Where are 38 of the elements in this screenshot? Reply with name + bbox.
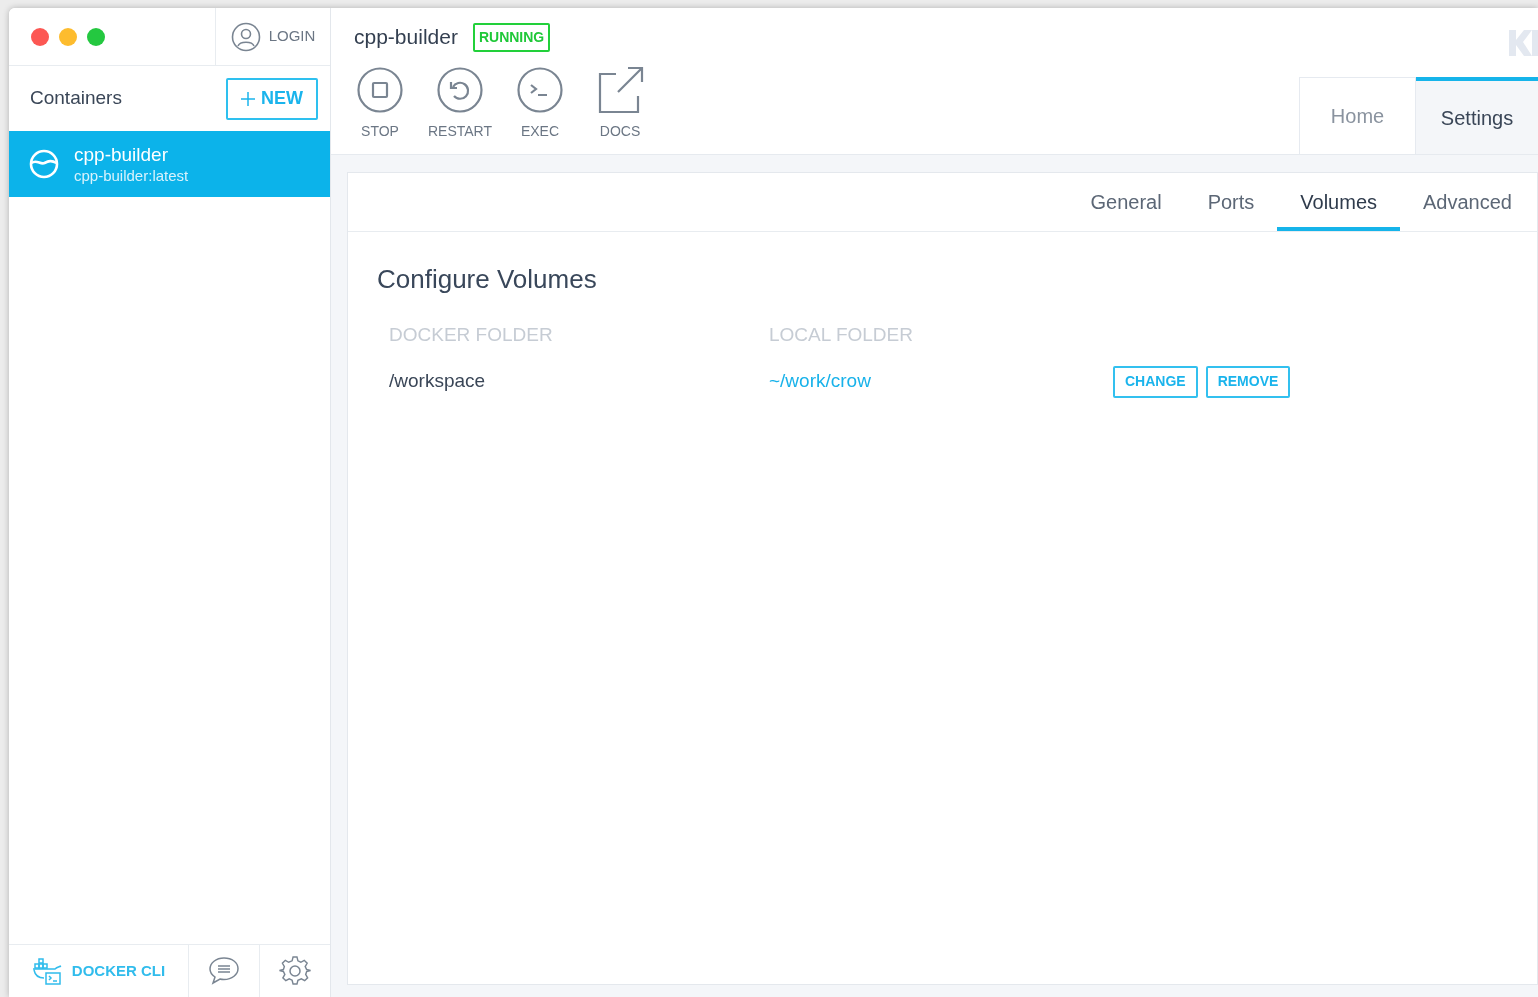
column-header: DOCKER FOLDER	[389, 323, 554, 347]
container-name: cpp-builder	[74, 142, 169, 167]
settings-icon	[279, 955, 311, 987]
container-image: cpp-builder:latest	[74, 166, 189, 186]
user-icon	[230, 21, 261, 52]
minimize-window-button[interactable]	[59, 27, 77, 46]
local-folder-link[interactable]: ~/work/crow	[769, 367, 1113, 396]
sidebar-heading: Containers	[30, 86, 122, 111]
docs-button[interactable]: DOCS	[585, 66, 655, 142]
maximize-window-button[interactable]	[87, 27, 105, 46]
volume-action-button[interactable]: REMOVE	[1205, 365, 1291, 398]
status-badge: RUNNING	[472, 22, 551, 52]
stop-button[interactable]: STOP	[345, 66, 415, 142]
whale-terminal-icon	[31, 956, 62, 986]
container-title: cpp-builder	[354, 24, 458, 51]
stop-icon	[356, 66, 404, 114]
column-header: LOCAL FOLDER	[769, 323, 914, 347]
restart-button[interactable]: RESTART	[425, 66, 495, 142]
volume-action-button[interactable]: CHANGE	[1113, 365, 1198, 398]
exec-icon	[516, 66, 564, 114]
close-window-button[interactable]	[31, 27, 49, 46]
container-icon	[29, 149, 59, 179]
new-button[interactable]: NEW	[226, 77, 318, 120]
plus-icon	[241, 91, 255, 106]
docker-folder-path: /workspace	[389, 369, 487, 394]
chat-icon	[208, 956, 240, 986]
section-tab[interactable]: Advanced	[1400, 173, 1535, 231]
nav-tab[interactable]: Settings	[1416, 77, 1538, 154]
exec-button[interactable]: EXEC	[505, 66, 575, 142]
restart-icon	[436, 66, 484, 114]
section-title: Configure Volumes	[377, 263, 598, 296]
login-button[interactable]: LOGIN	[216, 8, 330, 65]
container-item[interactable]: cpp-builder cpp-builder:latest	[9, 131, 330, 197]
docs-icon	[596, 66, 644, 114]
nav-tab[interactable]: Home	[1299, 77, 1416, 154]
section-tab[interactable]: General	[1067, 173, 1185, 231]
section-tab[interactable]: Ports	[1184, 173, 1278, 231]
section-tab[interactable]: Volumes	[1277, 173, 1401, 231]
